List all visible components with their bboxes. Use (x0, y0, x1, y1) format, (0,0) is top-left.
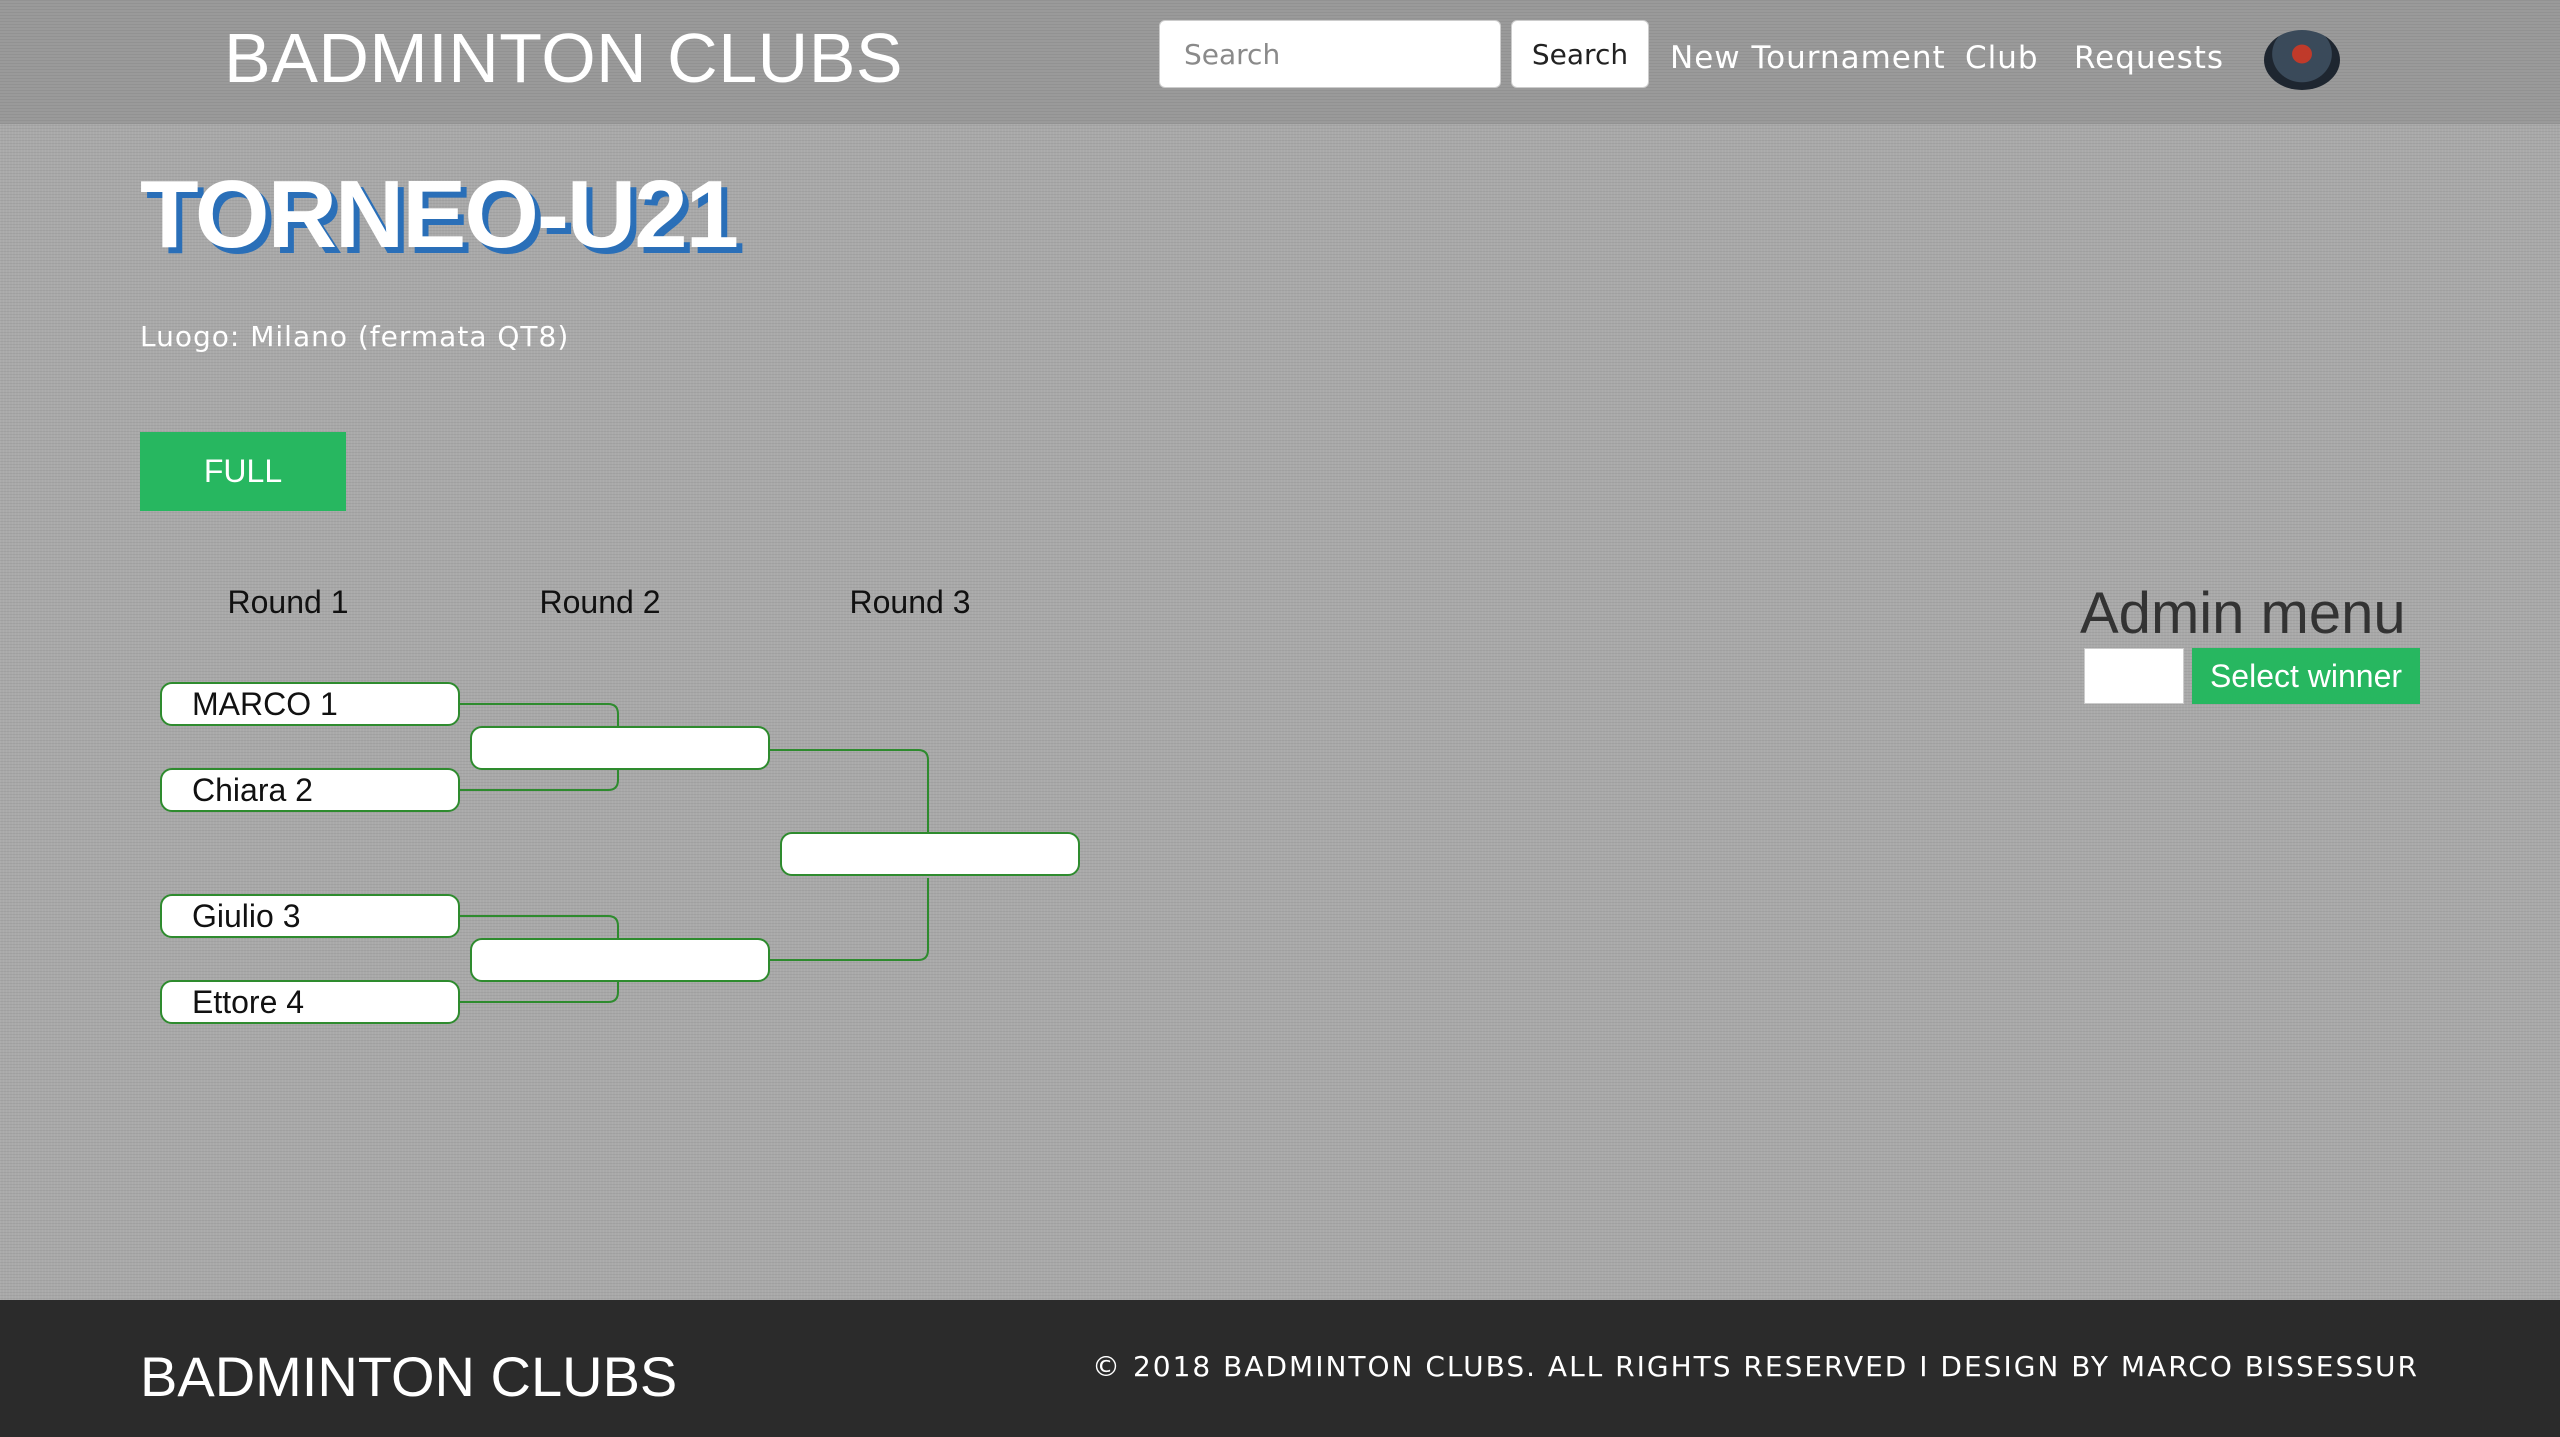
round-1-label: Round 1 (227, 584, 349, 620)
connector-r2-top (768, 749, 929, 834)
user-avatar[interactable] (2264, 30, 2340, 90)
bracket-slot-r1-3[interactable]: Giulio 3 (160, 894, 460, 938)
winner-input[interactable] (2084, 648, 2184, 704)
search-input[interactable] (1159, 20, 1501, 88)
admin-menu-title: Admin menu (2080, 581, 2406, 646)
top-navbar: BADMINTON CLUBS Search New Tournament Cl… (0, 0, 2560, 124)
status-badge: FULL (140, 432, 346, 511)
round-2-label: Round 2 (539, 584, 661, 620)
bracket-slot-r2-1[interactable] (470, 726, 770, 770)
bracket-slot-r2-2[interactable] (470, 938, 770, 982)
footer: BADMINTON CLUBS © 2018 BADMINTON CLUBS. … (0, 1300, 2560, 1437)
connector-r2-bottom (768, 878, 929, 961)
nav-new-tournament[interactable]: New Tournament (1670, 36, 1946, 80)
nav-club[interactable]: Club (1965, 36, 2039, 80)
footer-brand: BADMINTON CLUBS (140, 1345, 678, 1408)
tournament-location: Luogo: Milano (fermata QT8) (140, 320, 570, 353)
bracket-slot-r1-4[interactable]: Ettore 4 (160, 980, 460, 1024)
search-button[interactable]: Search (1511, 20, 1649, 88)
tournament-title: TORNEO-U21 (140, 161, 739, 268)
brand-logo-text[interactable]: BADMINTON CLUBS (224, 18, 903, 98)
select-winner-button[interactable]: Select winner (2192, 648, 2420, 704)
bracket-slot-r3-1[interactable] (780, 832, 1080, 876)
nav-requests[interactable]: Requests (2074, 36, 2224, 80)
footer-copyright: © 2018 BADMINTON CLUBS. ALL RIGHTS RESER… (1092, 1350, 2419, 1383)
bracket-slot-r1-2[interactable]: Chiara 2 (160, 768, 460, 812)
bracket-slot-r1-1[interactable]: MARCO 1 (160, 682, 460, 726)
round-3-label: Round 3 (849, 584, 971, 620)
